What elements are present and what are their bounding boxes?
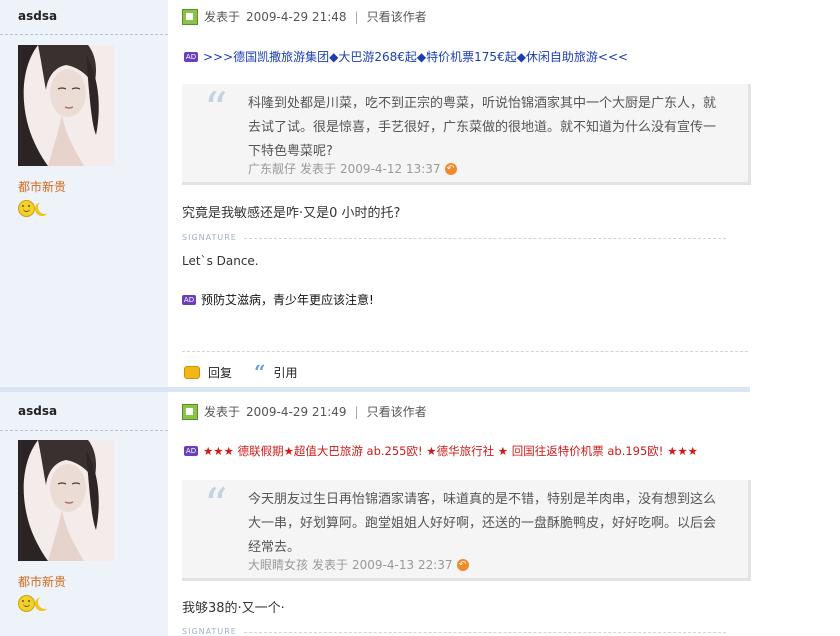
signature-label: SIGNATURE xyxy=(182,627,237,636)
posted-time: 2009-4-29 21:49 xyxy=(246,404,347,419)
smiley-medal-icon xyxy=(18,200,35,217)
signature-text: Let`s Dance. xyxy=(182,254,259,268)
cite-button[interactable]: 引用 xyxy=(274,364,298,381)
signature-label: SIGNATURE xyxy=(182,233,237,242)
sidebar-divider xyxy=(0,430,168,431)
header-separator: | xyxy=(354,404,359,419)
ad-banner[interactable]: AD >>>德国凯撒旅游集团◆大巴游268€起◆特价机票175€起◆休闲自助旅游… xyxy=(184,48,628,65)
quote-text: 科隆到处都是川菜，吃不到正宗的粤菜，听说怡锦酒家其中一个大厨是广东人，就去试了试… xyxy=(248,96,717,159)
back-arrow-icon[interactable]: ↶ xyxy=(456,558,469,571)
user-rank: 都市新贵 xyxy=(18,180,67,194)
signature-divider xyxy=(244,238,726,239)
sidebar-divider xyxy=(0,34,168,35)
author-sidebar: asdsa 都市新贵 xyxy=(0,392,168,636)
quote-prefix: 发表于 xyxy=(300,162,337,176)
only-author-link[interactable]: 只看该作者 xyxy=(367,8,427,25)
post-icon xyxy=(182,403,198,420)
ad-badge-icon: AD xyxy=(182,294,196,305)
header-separator: | xyxy=(354,9,359,24)
quote-prefix: 发表于 xyxy=(312,558,349,572)
quote-block: “ 今天朋友过生日再怡锦酒家请客，味道真的是不错，特别是羊肉串，没有想到这么大一… xyxy=(182,480,751,581)
ad-link[interactable]: >>>德国凯撒旅游集团◆大巴游268€起◆特价机票175€起◆休闲自助旅游<<< xyxy=(203,48,628,65)
posted-time: 2009-4-29 21:48 xyxy=(246,9,347,24)
quote-meta: 大眼睛女孩 发表于 2009-4-13 22:37 ↶ xyxy=(248,556,469,573)
footer-divider xyxy=(182,351,748,352)
post-1: asdsa 都市新贵 发表于 2009-4-29 21:48 | 只看该作者 A… xyxy=(0,0,751,387)
post-body: 我够38的·又一个· xyxy=(182,601,285,616)
quote-time: 2009-4-13 22:37 xyxy=(352,557,453,572)
posted-prefix: 发表于 xyxy=(204,405,241,419)
reply-icon[interactable] xyxy=(184,365,200,379)
smiley-medal-icon xyxy=(18,595,35,612)
post-2: asdsa 都市新贵 发表于 2009-4-29 21:49 | 只看该作者 A… xyxy=(0,392,751,636)
back-arrow-icon[interactable]: ↶ xyxy=(444,162,457,175)
moon-medal-icon xyxy=(37,200,52,215)
quote-author: 广东靓仔 xyxy=(248,162,297,176)
avatar[interactable] xyxy=(18,440,114,561)
ad-link[interactable]: ★★★ 德联假期★超值大巴旅游 ab.255欧! ★德华旅行社 ★ 回国往返特价… xyxy=(203,443,698,459)
quote-time: 2009-4-12 13:37 xyxy=(340,161,441,176)
quote-block: “ 科隆到处都是川菜，吃不到正宗的粤菜，听说怡锦酒家其中一个大厨是广东人，就去试… xyxy=(182,84,751,185)
post-header: 发表于 2009-4-29 21:49 | 只看该作者 xyxy=(182,403,427,420)
quote-meta: 广东靓仔 发表于 2009-4-12 13:37 ↶ xyxy=(248,160,457,177)
post-header: 发表于 2009-4-29 21:48 | 只看该作者 xyxy=(182,8,427,25)
user-rank: 都市新贵 xyxy=(18,575,67,589)
post-icon xyxy=(182,8,198,25)
post-content: 发表于 2009-4-29 21:49 | 只看该作者 AD ★★★ 德联假期★… xyxy=(168,392,751,636)
signature-divider xyxy=(244,632,726,633)
ad-badge-icon: AD xyxy=(184,51,198,62)
only-author-link[interactable]: 只看该作者 xyxy=(367,403,427,420)
medals xyxy=(18,200,52,217)
posted-prefix: 发表于 xyxy=(204,10,241,24)
reply-button[interactable]: 回复 xyxy=(208,364,232,381)
quote-author: 大眼睛女孩 xyxy=(248,558,309,572)
medals xyxy=(18,595,52,612)
ad-badge-icon: AD xyxy=(184,446,198,456)
author-name[interactable]: asdsa xyxy=(18,9,57,23)
author-name[interactable]: asdsa xyxy=(18,404,57,418)
ad-banner[interactable]: AD ★★★ 德联假期★超值大巴旅游 ab.255欧! ★德华旅行社 ★ 回国往… xyxy=(184,443,698,459)
avatar[interactable] xyxy=(18,45,114,166)
quote-mark-icon: “ xyxy=(204,478,228,532)
post-body: 究竟是我敏感还是咋·又是0 小时的托? xyxy=(182,206,401,221)
moon-medal-icon xyxy=(37,595,52,610)
quote-text: 今天朋友过生日再怡锦酒家请客，味道真的是不错，特别是羊肉串，没有想到这么大一串，… xyxy=(248,492,717,555)
ad-link-2[interactable]: 预防艾滋病，青少年更应该注意! xyxy=(201,291,374,308)
ad-banner-2[interactable]: AD 预防艾滋病，青少年更应该注意! xyxy=(182,291,374,308)
quote-icon[interactable]: “ xyxy=(254,362,266,382)
author-sidebar: asdsa 都市新贵 xyxy=(0,0,168,387)
post-actions: 回复 “ 引用 xyxy=(184,362,298,382)
post-content: 发表于 2009-4-29 21:48 | 只看该作者 AD >>>德国凯撒旅游… xyxy=(168,0,751,387)
quote-mark-icon: “ xyxy=(204,82,228,136)
